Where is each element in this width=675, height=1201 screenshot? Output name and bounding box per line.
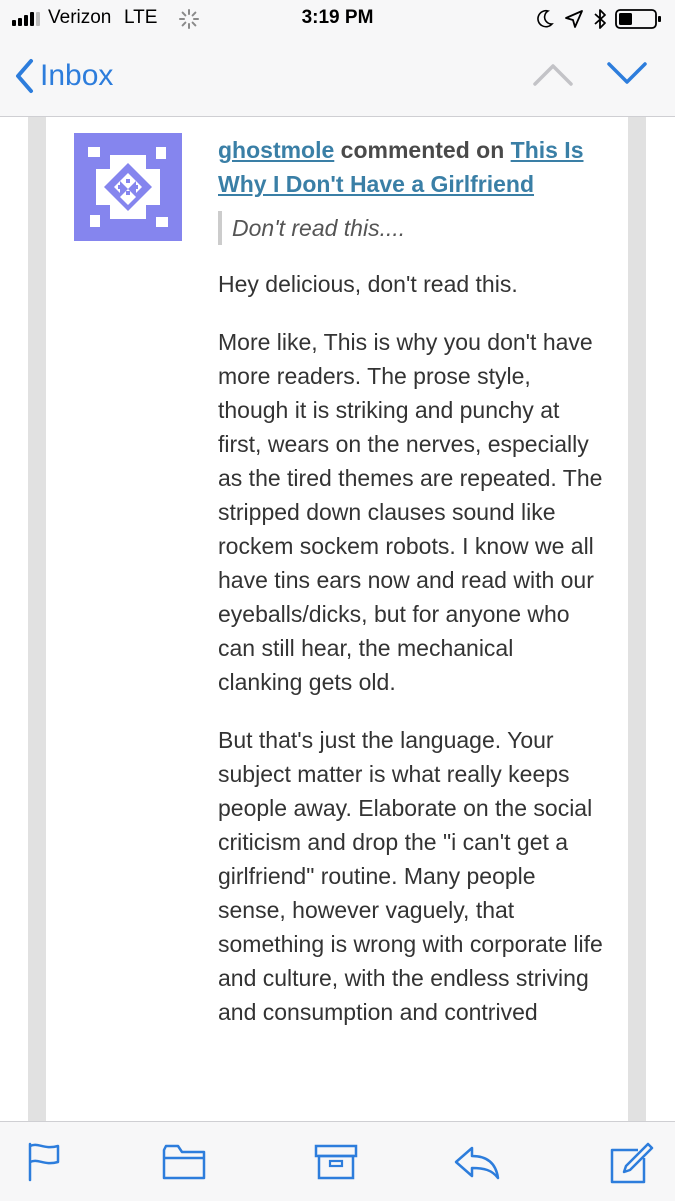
status-bar: Verizon LTE 3:19 PM — [0, 0, 675, 38]
quoted-text: Don't read this.... — [218, 211, 603, 245]
location-arrow-icon — [565, 10, 583, 28]
archive-icon[interactable] — [314, 1142, 358, 1182]
previous-message-chevron-up-icon[interactable] — [532, 60, 574, 88]
reply-icon[interactable] — [452, 1142, 500, 1182]
next-message-chevron-down-icon[interactable] — [606, 60, 648, 88]
email-frame-left-border — [28, 117, 46, 1121]
battery-icon — [615, 9, 661, 29]
comment-action-text: commented on — [340, 137, 505, 163]
compose-icon[interactable] — [608, 1142, 656, 1186]
flag-icon[interactable] — [26, 1142, 62, 1182]
navigation-bar: Inbox — [0, 38, 675, 117]
comment-paragraph: Hey delicious, don't read this. — [218, 271, 518, 297]
user-avatar-identicon — [74, 133, 182, 241]
message-body[interactable]: ghostmole commented on This Is Why I Don… — [0, 117, 675, 1121]
comment-paragraph: More like, This is why you don't have mo… — [218, 329, 603, 695]
bottom-toolbar — [0, 1121, 675, 1201]
comment-paragraph: But that's just the language. Your subje… — [218, 727, 603, 1025]
back-to-inbox-button[interactable]: Inbox — [14, 54, 113, 98]
comment: ghostmole commented on This Is Why I Don… — [218, 133, 603, 1029]
bluetooth-icon — [594, 9, 606, 29]
folder-icon[interactable] — [162, 1142, 206, 1182]
do-not-disturb-moon-icon — [537, 9, 554, 28]
back-button-label: Inbox — [40, 59, 114, 92]
chevron-left-icon — [16, 59, 33, 93]
username-link[interactable]: ghostmole — [218, 137, 334, 163]
email-frame-right-border — [628, 117, 646, 1121]
comment-header: ghostmole commented on This Is Why I Don… — [218, 133, 603, 201]
